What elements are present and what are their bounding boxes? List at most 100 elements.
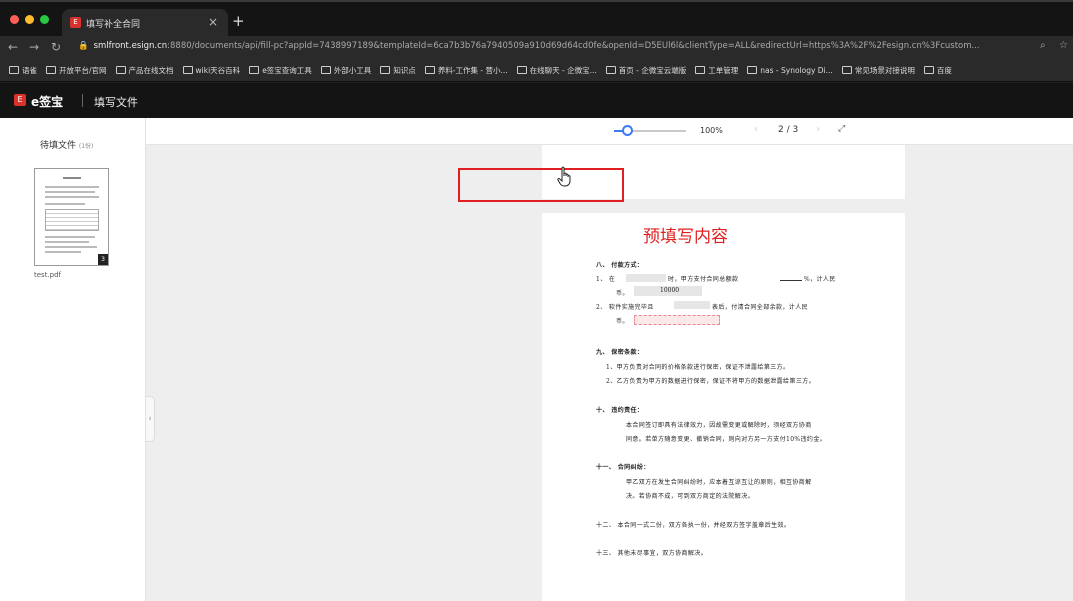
- window-minimize-button[interactable]: [25, 15, 34, 24]
- folder-icon: [320, 66, 331, 74]
- bookmarks-bar: 语雀 开放平台/官网 产品在线文档 wiki天谷百科 e签宝查询工具 外部小工具 知识点 养料…: [0, 60, 1073, 82]
- page-indicator: 2 / 3: [778, 125, 798, 135]
- tab-close-icon[interactable]: ×: [208, 15, 218, 29]
- thumb-line: [45, 241, 89, 243]
- url-path: :8880/documents/api/fill-pc?appId=743899…: [167, 41, 980, 51]
- section-8-line4a: 币。: [616, 318, 629, 325]
- bookmark-label: wiki天谷百科: [195, 66, 241, 75]
- bookmark-star-icon[interactable]: ☆: [1059, 40, 1068, 51]
- esign-favicon-icon: E: [70, 17, 81, 28]
- zoom-level: 100%: [700, 126, 723, 135]
- page-title: 填写文件: [94, 96, 138, 109]
- thumb-line: [63, 177, 81, 179]
- thumb-line: [45, 251, 81, 253]
- bookmark-item[interactable]: 外部小工具: [320, 60, 372, 81]
- file-sidebar: 待填文件 (1份) 3 test.pdf: [0, 118, 146, 601]
- empty-amount-field[interactable]: [634, 315, 720, 325]
- new-tab-icon[interactable]: +: [232, 12, 245, 30]
- lock-icon: 🔒: [78, 41, 89, 51]
- pending-files-count: (1份): [78, 143, 94, 150]
- sidebar-collapse-handle[interactable]: ‹: [146, 396, 155, 442]
- file-name[interactable]: test.pdf: [34, 271, 61, 279]
- section-8-line3b: 表后，付清合同全部余款，计人民: [712, 304, 809, 311]
- bookmark-item[interactable]: 语雀: [9, 60, 37, 81]
- annotation-highlight-box: [458, 168, 624, 202]
- bookmark-item[interactable]: 百度: [923, 60, 952, 81]
- page-separator: /: [786, 125, 790, 135]
- bookmark-label: 工单管理: [708, 66, 739, 75]
- bookmark-label: 在线聊天 - 企微宝...: [529, 66, 597, 75]
- bookmark-label: 开放平台/官网: [59, 66, 107, 75]
- bookmark-item[interactable]: 开放平台/官网: [46, 60, 107, 81]
- section-8-line3a: 2、 软件实施完毕且: [596, 304, 654, 311]
- folder-icon: [747, 66, 758, 74]
- current-page[interactable]: 2: [778, 125, 784, 135]
- bookmark-label: 百度: [936, 66, 952, 75]
- bookmark-item[interactable]: 产品在线文档: [115, 60, 174, 81]
- browser-tab-bar: E 填写补全合同 × +: [0, 0, 1073, 38]
- bookmark-item[interactable]: 知识点: [380, 60, 416, 81]
- reload-icon[interactable]: ↻: [51, 40, 61, 54]
- prev-page-icon[interactable]: ‹: [754, 124, 758, 135]
- window-close-button[interactable]: [10, 15, 19, 24]
- thumb-line: [45, 246, 97, 248]
- section-11-line2: 决。若协商不成，可到双方商定的法院解决。: [626, 493, 755, 500]
- bookmark-label: 首页 - 企微宝云端版: [618, 66, 687, 75]
- bookmark-item[interactable]: 首页 - 企微宝云端版: [605, 60, 687, 81]
- folder-icon: [605, 66, 616, 74]
- section-12: 十二、 本合同一式二份，双方各执一份，并经双方签字盖章后生效。: [596, 522, 791, 529]
- section-11-line1: 甲乙双方在发生合同纠纷时，应本着互谅互让的原则，相互协商解: [626, 479, 812, 486]
- bookmark-item[interactable]: 工单管理: [695, 60, 739, 81]
- folder-icon: [841, 66, 852, 74]
- zoom-slider-handle[interactable]: [622, 125, 633, 136]
- section-8-title: 八、 付款方式：: [596, 262, 644, 269]
- section-11-title: 十一、 合同纠纷：: [596, 464, 650, 471]
- address-bar-row: ← → ↻ 🔒 smlfront.esign.cn:8880/documents/…: [0, 36, 1073, 60]
- url-host: smlfront.esign.cn: [93, 41, 168, 51]
- bookmark-label: 语雀: [22, 66, 37, 75]
- forward-arrow-icon[interactable]: →: [29, 40, 39, 54]
- bookmark-item[interactable]: e签宝查询工具: [249, 60, 312, 81]
- url-field[interactable]: 🔒 smlfront.esign.cn:8880/documents/api/fi…: [78, 41, 1033, 56]
- app-logo-text: e签宝: [31, 95, 64, 109]
- folder-icon: [923, 66, 934, 74]
- next-page-icon[interactable]: ›: [816, 124, 820, 135]
- hand-cursor-icon: [557, 166, 571, 187]
- percent-blank[interactable]: [780, 280, 802, 281]
- fill-field-condition[interactable]: [626, 274, 666, 282]
- window-maximize-button[interactable]: [40, 15, 49, 24]
- bookmark-item[interactable]: 常见场景对接说明: [841, 60, 915, 81]
- browser-tab-active[interactable]: E 填写补全合同 ×: [62, 9, 228, 38]
- esign-logo-icon: E: [14, 94, 26, 106]
- fullscreen-icon[interactable]: ⤢: [838, 124, 845, 134]
- section-10-title: 十、 违约责任：: [596, 407, 644, 414]
- tab-title: 填写补全合同: [86, 20, 141, 30]
- folder-icon: [115, 66, 126, 74]
- section-10-line1: 本合同签订即具有法律效力，因故需变更或解除时，须经双方协商: [626, 422, 812, 429]
- bookmark-item[interactable]: nas - Synology Di...: [747, 60, 833, 81]
- folder-icon: [249, 66, 260, 74]
- annotation-label: 预填写内容: [643, 227, 728, 247]
- thumb-line: [45, 191, 95, 193]
- bookmark-label: 养料-工作集 - 营小...: [437, 66, 508, 75]
- bookmark-item[interactable]: wiki天谷百科: [182, 60, 241, 81]
- folder-icon: [380, 66, 391, 74]
- viewer-toolbar: 100% ‹ 2 / 3 › ⤢: [146, 118, 1073, 145]
- bookmark-label: 外部小工具: [333, 66, 372, 75]
- folder-icon: [516, 66, 527, 74]
- bookmark-item[interactable]: 养料-工作集 - 营小...: [424, 60, 508, 81]
- total-pages: 3: [792, 125, 799, 135]
- section-8-line1c: %，计人民: [804, 276, 836, 283]
- back-arrow-icon[interactable]: ←: [8, 40, 18, 54]
- bookmark-label: 知识点: [393, 66, 416, 75]
- section-9-title: 九、 保密条款：: [596, 349, 644, 356]
- bookmark-item[interactable]: 在线聊天 - 企微宝...: [516, 60, 597, 81]
- section-10-line2: 同意。若单方随意变更、撤销合同，则向对方另一方支付10%违约金。: [626, 436, 827, 443]
- app-header: E e签宝 填写文件: [0, 83, 1073, 118]
- bookmark-label: 常见场景对接说明: [854, 66, 915, 75]
- thumb-line: [45, 236, 95, 238]
- zoom-search-icon[interactable]: ⌕: [1040, 40, 1046, 51]
- folder-icon: [424, 66, 435, 74]
- file-thumbnail[interactable]: 3: [34, 168, 109, 266]
- fill-field-stage[interactable]: [674, 301, 710, 309]
